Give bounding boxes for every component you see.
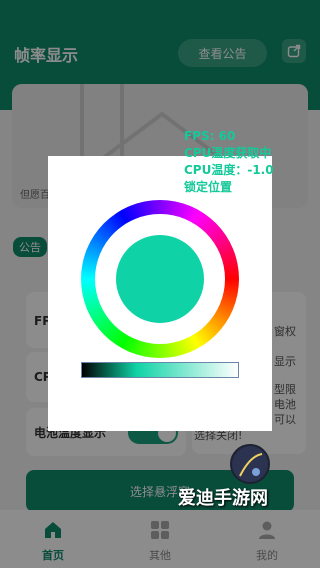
fps-overlay[interactable]: FPS: 60 CPU温度获取中 CPU温度：-1.0 锁定位置 <box>184 128 274 196</box>
floating-ball[interactable] <box>230 444 270 484</box>
cpu-temp-value: CPU温度：-1.0 <box>184 163 274 177</box>
selected-color-preview <box>116 235 204 323</box>
lock-position: 锁定位置 <box>184 180 233 194</box>
color-wheel[interactable] <box>81 200 239 358</box>
fps-value: FPS: 60 <box>184 129 236 143</box>
cpu-temp-status: CPU温度获取中 <box>184 146 272 160</box>
brightness-slider[interactable] <box>81 362 239 378</box>
watermark: 爱迪手游网 <box>178 488 268 509</box>
color-wheel-inner <box>95 214 225 344</box>
